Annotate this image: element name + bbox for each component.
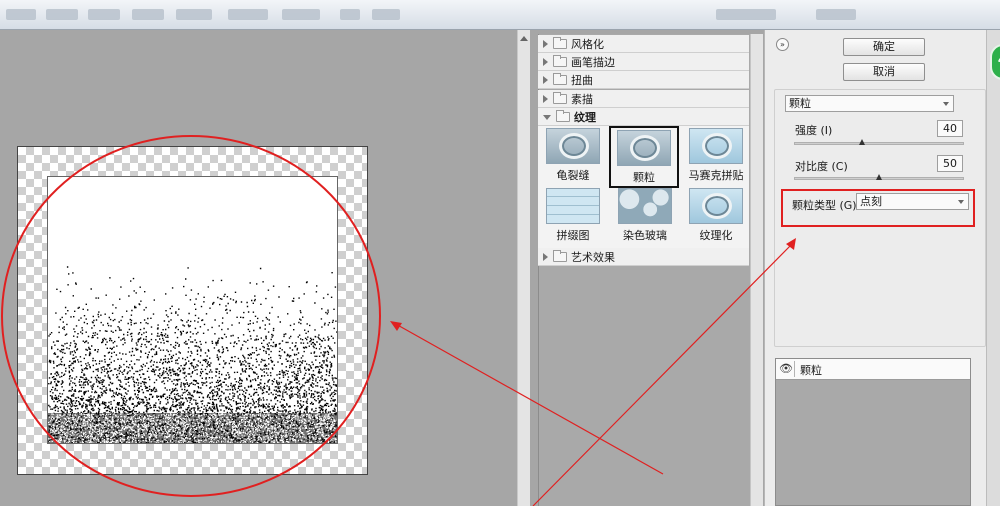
thumb-mosaic-tiles[interactable]: 马赛克拼贴 bbox=[684, 128, 748, 183]
gallery-scrollbar[interactable] bbox=[750, 34, 763, 506]
filter-select-value: 颗粒 bbox=[789, 97, 811, 110]
intensity-slider-thumb[interactable] bbox=[859, 139, 865, 145]
chevron-down-icon bbox=[943, 102, 949, 106]
category-sketch[interactable]: 素描 bbox=[538, 90, 749, 108]
category-label: 扭曲 bbox=[571, 73, 593, 87]
settings-scrollbar[interactable] bbox=[986, 30, 1000, 506]
thumb-grain-selected[interactable]: 颗粒 bbox=[609, 126, 679, 188]
category-stylize[interactable]: 风格化 bbox=[538, 35, 749, 53]
category-label: 画笔描边 bbox=[571, 55, 615, 69]
ok-button[interactable]: 确定 bbox=[843, 38, 925, 56]
collapse-gallery-icon[interactable]: » bbox=[776, 38, 789, 51]
thumbnail-label: 马赛克拼贴 bbox=[688, 169, 744, 182]
thumbnail-image bbox=[689, 188, 743, 224]
toolbar-blur bbox=[46, 9, 78, 20]
toolbar-blur bbox=[716, 9, 776, 20]
thumb-craquelure[interactable]: 龟裂缝 bbox=[544, 128, 602, 183]
thumb-texturizer[interactable]: 纹理化 bbox=[684, 188, 748, 243]
collapse-arrow-icon bbox=[543, 115, 551, 120]
thumbnail-image bbox=[689, 128, 743, 164]
filter-select[interactable]: 颗粒 bbox=[785, 95, 954, 112]
folder-icon bbox=[553, 249, 567, 262]
grain-noise-graphic bbox=[48, 266, 337, 443]
category-brush-strokes[interactable]: 画笔描边 bbox=[538, 53, 749, 71]
thumbnail-image bbox=[617, 130, 671, 166]
intensity-input[interactable]: 40 bbox=[937, 120, 963, 137]
green-badge-icon: 4 bbox=[990, 44, 1000, 80]
grain-preview-image bbox=[47, 176, 338, 444]
category-artistic[interactable]: 艺术效果 bbox=[538, 248, 749, 266]
toolbar-blur bbox=[6, 9, 36, 20]
eye-icon[interactable]: 👁 bbox=[778, 361, 795, 377]
expand-arrow-icon bbox=[543, 39, 548, 48]
category-texture[interactable]: 纹理 bbox=[538, 108, 749, 126]
contrast-label: 对比度 (C) bbox=[795, 160, 848, 173]
thumbnail-image bbox=[618, 188, 672, 224]
category-label: 风格化 bbox=[571, 37, 604, 51]
open-folder-icon bbox=[556, 109, 570, 122]
category-distort[interactable]: 扭曲 bbox=[538, 71, 749, 89]
expand-arrow-icon bbox=[543, 94, 548, 103]
effect-layer-name: 颗粒 bbox=[800, 364, 822, 377]
toolbar-blur bbox=[816, 9, 856, 20]
effect-layers-panel bbox=[775, 358, 971, 506]
expand-arrow-icon bbox=[543, 252, 548, 261]
folder-icon bbox=[553, 36, 567, 49]
intensity-slider-track[interactable] bbox=[794, 142, 964, 145]
folder-icon bbox=[553, 72, 567, 85]
effect-layer-row[interactable]: 👁 颗粒 bbox=[776, 359, 970, 380]
thumb-patchwork[interactable]: 拼缀图 bbox=[544, 188, 602, 243]
contrast-input[interactable]: 50 bbox=[937, 155, 963, 172]
category-label: 艺术效果 bbox=[571, 250, 615, 264]
thumbnail-label: 龟裂缝 bbox=[556, 169, 590, 182]
toolbar-blur bbox=[132, 9, 164, 20]
toolbar-blur bbox=[88, 9, 120, 20]
toolbar-blur bbox=[372, 9, 400, 20]
toolbar-blur bbox=[176, 9, 212, 20]
toolbar-blur bbox=[282, 9, 320, 20]
thumbnail-label: 拼缀图 bbox=[556, 229, 590, 242]
intensity-label: 强度 (I) bbox=[795, 124, 833, 137]
thumbnail-label: 染色玻璃 bbox=[623, 229, 667, 242]
thumbnail-label: 颗粒 bbox=[633, 171, 655, 184]
category-label: 纹理 bbox=[574, 110, 596, 124]
thumbnail-image bbox=[546, 188, 600, 224]
expand-arrow-icon bbox=[543, 75, 548, 84]
cancel-button[interactable]: 取消 bbox=[843, 63, 925, 81]
preview-scrollbar[interactable] bbox=[517, 30, 530, 506]
category-label: 素描 bbox=[571, 92, 593, 106]
thumbnail-label: 纹理化 bbox=[699, 229, 733, 242]
thumb-stained-glass[interactable]: 染色玻璃 bbox=[616, 188, 674, 243]
toolbar-blur bbox=[340, 9, 360, 20]
toolbar-blur bbox=[228, 9, 268, 20]
folder-icon bbox=[553, 54, 567, 67]
expand-arrow-icon bbox=[543, 57, 548, 66]
folder-icon bbox=[553, 91, 567, 104]
texture-thumbnail-grid: 龟裂缝 颗粒 马赛克拼贴 拼缀图 染色玻璃 纹理化 bbox=[538, 126, 749, 249]
contrast-slider-thumb[interactable] bbox=[876, 174, 882, 180]
top-toolbar bbox=[0, 0, 1000, 30]
thumbnail-image bbox=[546, 128, 600, 164]
annotation-highlight-box bbox=[781, 189, 975, 227]
